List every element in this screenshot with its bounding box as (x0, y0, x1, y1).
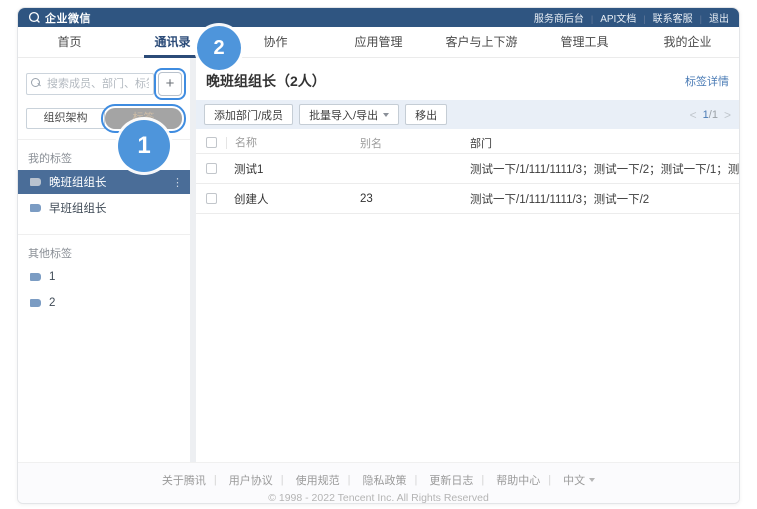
cell-name: 测试1 (234, 163, 264, 176)
total-pages: 1 (711, 108, 718, 121)
add-tag-button[interactable]: + (158, 72, 182, 96)
main-nav: 首页 通讯录 协作 应用管理 客户与上下游 管理工具 我的企业 (18, 27, 739, 58)
content-area: + 组织架构 标签 我的标签 晚班组组长 ⋮ 早班组组长 其他标签 (18, 58, 739, 462)
annotation-step-1-badge: 1 (118, 120, 170, 172)
search-box (26, 73, 154, 95)
select-all-checkbox[interactable] (206, 137, 217, 148)
sidebar-item-label: 早班组组长 (49, 203, 107, 215)
remove-button[interactable]: 移出 (405, 104, 448, 125)
sidebar-item-label: 1 (49, 271, 56, 283)
column-header-alias: 别名 (360, 137, 382, 150)
logo-text: 企业微信 (45, 12, 91, 25)
wechat-work-logo: 企业微信 (28, 10, 91, 26)
tag-details-link[interactable]: 标签详情 (685, 73, 729, 89)
table-row[interactable]: 测试1 测试一下/1/111/1111/3；测试一下/2；测试一下/1；测... (196, 154, 739, 184)
dropdown-arrow-icon (383, 112, 390, 117)
column-header-dept: 部门 (470, 137, 492, 150)
footer-changelog-link[interactable]: 更新日志 (407, 472, 473, 488)
toolbar: 添加部门/成员 批量导入/导出 移出 < 1/1 > (196, 100, 739, 129)
copyright-text: © 1998 - 2022 Tencent Inc. All Rights Re… (268, 492, 489, 504)
topbar-links: 服务商后台 API文档 联系客服 退出 (534, 10, 729, 25)
cell-dept: 测试一下/1/111/1111/3；测试一下/2 (470, 193, 650, 206)
row-checkbox[interactable] (206, 163, 217, 174)
tag-icon (30, 299, 41, 307)
table-header: 名称 别名 部门 (196, 132, 739, 154)
annotation-step-2-badge: 2 (197, 26, 241, 70)
footer: 关于腾讯 用户协议 使用规范 隐私政策 更新日志 帮助中心 中文 © 1998 … (18, 462, 739, 504)
search-input[interactable] (26, 73, 154, 95)
top-bar: 企业微信 服务商后台 API文档 联系客服 退出 (18, 8, 739, 27)
nav-admin-tools[interactable]: 管理工具 (533, 27, 636, 57)
cell-name: 创建人 (234, 193, 269, 206)
nav-home[interactable]: 首页 (18, 27, 121, 57)
nav-customers[interactable]: 客户与上下游 (430, 27, 533, 57)
page-title: 晚班组组长（2人） (206, 73, 326, 89)
search-icon (31, 78, 40, 87)
language-selector[interactable]: 中文 (540, 472, 596, 488)
tag-icon (30, 273, 41, 281)
api-docs-link[interactable]: API文档 (584, 10, 636, 25)
sidebar-item-night-shift-leader[interactable]: 晚班组组长 ⋮ (18, 170, 190, 194)
prev-page-icon[interactable]: < (690, 108, 697, 122)
footer-help-center-link[interactable]: 帮助中心 (473, 472, 540, 488)
add-department-member-button[interactable]: 添加部门/成员 (204, 104, 294, 125)
next-page-icon[interactable]: > (724, 108, 731, 122)
sidebar-item-label: 晚班组组长 (49, 177, 107, 189)
column-header-name: 名称 (226, 136, 360, 149)
language-dropdown-arrow-icon (589, 478, 596, 482)
wechat-work-logo-icon (28, 11, 40, 23)
divider (18, 234, 190, 235)
members-table: 名称 别名 部门 测试1 测试一下/1/111/1111/3；测试一下/2；测试… (196, 132, 739, 214)
row-checkbox[interactable] (206, 193, 217, 204)
sidebar-item-morning-shift-leader[interactable]: 早班组组长 (18, 196, 190, 220)
sidebar-item-tag-2[interactable]: 2 (18, 291, 190, 315)
footer-usage-policy-link[interactable]: 使用规范 (273, 472, 340, 488)
footer-user-agreement-link[interactable]: 用户协议 (206, 472, 273, 488)
add-tag-highlight-ring: + (154, 68, 186, 100)
logout-link[interactable]: 退出 (693, 10, 729, 25)
app-window: 企业微信 服务商后台 API文档 联系客服 退出 首页 通讯录 协作 应用管理 … (17, 7, 740, 504)
service-provider-console-link[interactable]: 服务商后台 (534, 10, 584, 25)
pagination: < 1/1 > (689, 107, 731, 122)
sidebar: + 组织架构 标签 我的标签 晚班组组长 ⋮ 早班组组长 其他标签 (18, 58, 190, 462)
tag-icon (30, 178, 41, 186)
tag-icon (30, 204, 41, 212)
cell-alias: 23 (360, 192, 373, 205)
nav-my-company[interactable]: 我的企业 (636, 27, 739, 57)
contact-support-link[interactable]: 联系客服 (636, 10, 693, 25)
more-options-icon[interactable]: ⋮ (172, 176, 183, 189)
cell-dept: 测试一下/1/111/1111/3；测试一下/2；测试一下/1；测... (470, 163, 739, 176)
other-tags-title: 其他标签 (28, 248, 72, 260)
sidebar-item-label: 2 (49, 297, 56, 309)
sidebar-item-tag-1[interactable]: 1 (18, 265, 190, 289)
footer-about-link[interactable]: 关于腾讯 (162, 472, 206, 488)
tab-org-structure[interactable]: 组织架构 (26, 108, 105, 129)
batch-import-export-button[interactable]: 批量导入/导出 (299, 104, 400, 125)
main-panel: 晚班组组长（2人） 标签详情 添加部门/成员 批量导入/导出 移出 < 1/1 … (196, 58, 739, 462)
nav-app-management[interactable]: 应用管理 (327, 27, 430, 57)
table-row[interactable]: 创建人 23 测试一下/1/111/1111/3；测试一下/2 (196, 184, 739, 214)
footer-privacy-link[interactable]: 隐私政策 (340, 472, 407, 488)
